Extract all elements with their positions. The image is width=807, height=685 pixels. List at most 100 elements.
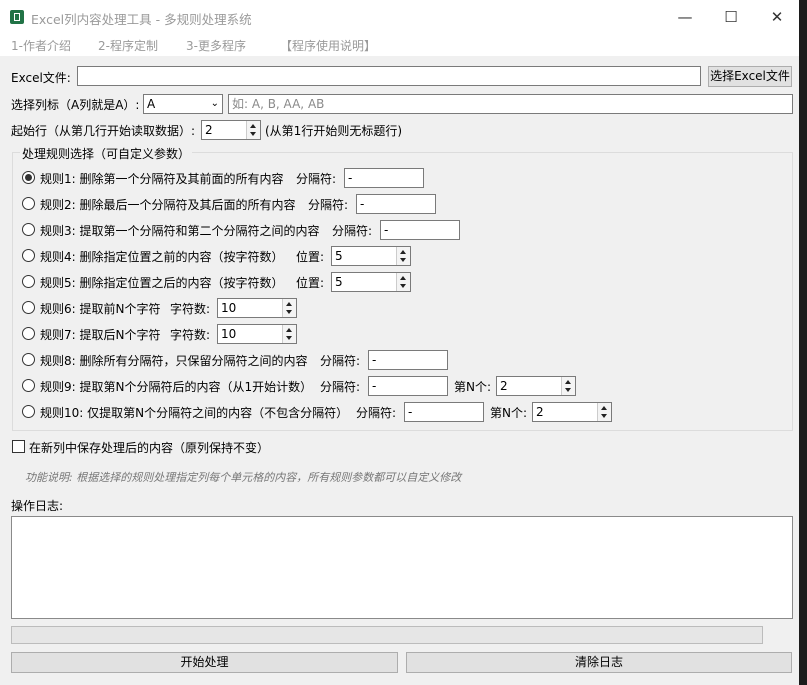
rule-4-radio[interactable] <box>22 249 35 262</box>
spin-up-icon[interactable] <box>286 328 292 332</box>
rule-10-nth-spinbox[interactable]: 2 <box>532 402 612 422</box>
spin-down-icon[interactable] <box>286 310 292 314</box>
rule-10-label[interactable]: 规则10: 仅提取第N个分隔符之间的内容（不包含分隔符） <box>40 404 348 421</box>
rule-2-label[interactable]: 规则2: 删除最后一个分隔符及其后面的所有内容 <box>40 196 296 213</box>
rule-1-separator-input[interactable]: - <box>344 168 424 188</box>
start-row-value: 2 <box>205 123 213 137</box>
log-label: 操作日志: <box>11 499 64 513</box>
start-row-spinbox[interactable]: 2 <box>201 120 261 140</box>
rule-6-count-value: 10 <box>221 301 237 315</box>
rule-8-radio[interactable] <box>22 353 35 366</box>
rule-9-param-label: 分隔符: <box>320 380 361 394</box>
column-select-value: A <box>147 97 156 111</box>
column-input[interactable]: 如: A, B, AA, AB <box>228 94 793 114</box>
rule-2-separator-input[interactable]: - <box>356 194 436 214</box>
rule-8-param-label: 分隔符: <box>320 354 361 368</box>
rule-7-count-value: 10 <box>221 327 237 341</box>
menu-custom[interactable]: 2-程序定制 <box>98 37 158 54</box>
maximize-button[interactable]: ☐ <box>708 0 754 34</box>
spin-arrows[interactable] <box>282 299 296 317</box>
start-row-label: 起始行（从第几行开始读取数据）: <box>11 124 196 138</box>
rule-10-radio[interactable] <box>22 405 35 418</box>
rule-7-radio[interactable] <box>22 327 35 340</box>
spin-arrows[interactable] <box>597 403 611 421</box>
menu-author[interactable]: 1-作者介绍 <box>11 37 71 54</box>
close-button[interactable]: ✕ <box>754 0 800 34</box>
app-window: Excel列内容处理工具 - 多规则处理系统 — ☐ ✕ 1-作者介绍 2-程序… <box>0 0 799 685</box>
spin-up-icon[interactable] <box>400 250 406 254</box>
rule-3-label[interactable]: 规则3: 提取第一个分隔符和第二个分隔符之间的内容 <box>40 222 320 239</box>
column-label: 选择列标（A列就是A）: <box>11 98 140 112</box>
excel-app-icon <box>10 10 24 24</box>
new-column-label[interactable]: 在新列中保存处理后的内容（原列保持不变） <box>29 439 269 456</box>
chevron-down-icon: ⌄ <box>210 98 219 109</box>
spin-up-icon[interactable] <box>565 380 571 384</box>
rule-5-radio[interactable] <box>22 275 35 288</box>
rule-7-label[interactable]: 规则7: 提取后N个字符 <box>40 326 160 343</box>
spin-down-icon[interactable] <box>400 284 406 288</box>
spin-up-icon[interactable] <box>601 406 607 410</box>
start-row-note: (从第1行开始则无标题行) <box>265 124 402 138</box>
rule-8-label[interactable]: 规则8: 删除所有分隔符，只保留分隔符之间的内容 <box>40 352 308 369</box>
rule-4-label[interactable]: 规则4: 删除指定位置之前的内容（按字符数） <box>40 248 284 265</box>
column-select[interactable]: A ⌄ <box>143 94 223 114</box>
log-textarea[interactable] <box>11 516 793 619</box>
rule-3-radio[interactable] <box>22 223 35 236</box>
rule-10-nth-value: 2 <box>536 405 544 419</box>
menu-bar: 1-作者介绍 2-程序定制 3-更多程序 【程序使用说明】 <box>0 34 799 56</box>
rule-6-param-label: 字符数: <box>170 302 211 316</box>
rule-1-radio[interactable] <box>22 171 35 184</box>
spin-down-icon[interactable] <box>601 414 607 418</box>
rule-9-nth-spinbox[interactable]: 2 <box>496 376 576 396</box>
title-bar: Excel列内容处理工具 - 多规则处理系统 — ☐ ✕ <box>0 0 799 34</box>
rule-6-radio[interactable] <box>22 301 35 314</box>
rule-7-count-spinbox[interactable]: 10 <box>217 324 297 344</box>
spin-down-icon[interactable] <box>565 388 571 392</box>
spin-up-icon[interactable] <box>286 302 292 306</box>
menu-more[interactable]: 3-更多程序 <box>186 37 246 54</box>
rule-4-position-spinbox[interactable]: 5 <box>331 246 411 266</box>
menu-help[interactable]: 【程序使用说明】 <box>280 37 376 54</box>
spin-arrows[interactable] <box>561 377 575 395</box>
rule-8-separator-input[interactable]: - <box>368 350 448 370</box>
rule-9-nth-value: 2 <box>500 379 508 393</box>
rule-1-param-label: 分隔符: <box>296 172 337 186</box>
progress-bar <box>11 626 763 644</box>
rule-4-position-value: 5 <box>335 249 343 263</box>
spin-arrows[interactable] <box>396 273 410 291</box>
spin-arrows[interactable] <box>246 121 260 139</box>
rule-10-separator-input[interactable]: - <box>404 402 484 422</box>
minimize-button[interactable]: — <box>662 0 708 34</box>
spin-down-icon[interactable] <box>250 132 256 136</box>
function-description: 功能说明: 根据选择的规则处理指定列每个单元格的内容，所有规则参数都可以自定义修… <box>25 471 462 484</box>
rule-10-param-label: 分隔符: <box>356 406 397 420</box>
rule-1-label[interactable]: 规则1: 删除第一个分隔符及其前面的所有内容 <box>40 170 284 187</box>
rule-9-label[interactable]: 规则9: 提取第N个分隔符后的内容（从1开始计数） <box>40 378 312 395</box>
rule-10-nth-label: 第N个: <box>490 406 528 420</box>
rule-3-param-label: 分隔符: <box>332 224 373 238</box>
rule-6-count-spinbox[interactable]: 10 <box>217 298 297 318</box>
rule-6-label[interactable]: 规则6: 提取前N个字符 <box>40 300 160 317</box>
rule-5-position-spinbox[interactable]: 5 <box>331 272 411 292</box>
rule-5-label[interactable]: 规则5: 删除指定位置之后的内容（按字符数） <box>40 274 284 291</box>
rule-3-separator-input[interactable]: - <box>380 220 460 240</box>
spin-up-icon[interactable] <box>400 276 406 280</box>
spin-arrows[interactable] <box>396 247 410 265</box>
rule-9-separator-input[interactable]: - <box>368 376 448 396</box>
spin-arrows[interactable] <box>282 325 296 343</box>
excel-file-input[interactable] <box>77 66 701 86</box>
rule-9-radio[interactable] <box>22 379 35 392</box>
new-column-checkbox[interactable] <box>12 440 25 453</box>
choose-file-button[interactable]: 选择Excel文件 <box>708 66 792 87</box>
start-process-button[interactable]: 开始处理 <box>11 652 398 673</box>
rule-5-param-label: 位置: <box>296 276 325 290</box>
spin-up-icon[interactable] <box>250 124 256 128</box>
rules-group-title: 处理规则选择（可自定义参数） <box>20 145 193 162</box>
rule-2-param-label: 分隔符: <box>308 198 349 212</box>
clear-log-button[interactable]: 清除日志 <box>406 652 792 673</box>
rule-4-param-label: 位置: <box>296 250 325 264</box>
spin-down-icon[interactable] <box>286 336 292 340</box>
spin-down-icon[interactable] <box>400 258 406 262</box>
rule-2-radio[interactable] <box>22 197 35 210</box>
window-title: Excel列内容处理工具 - 多规则处理系统 <box>31 12 252 27</box>
